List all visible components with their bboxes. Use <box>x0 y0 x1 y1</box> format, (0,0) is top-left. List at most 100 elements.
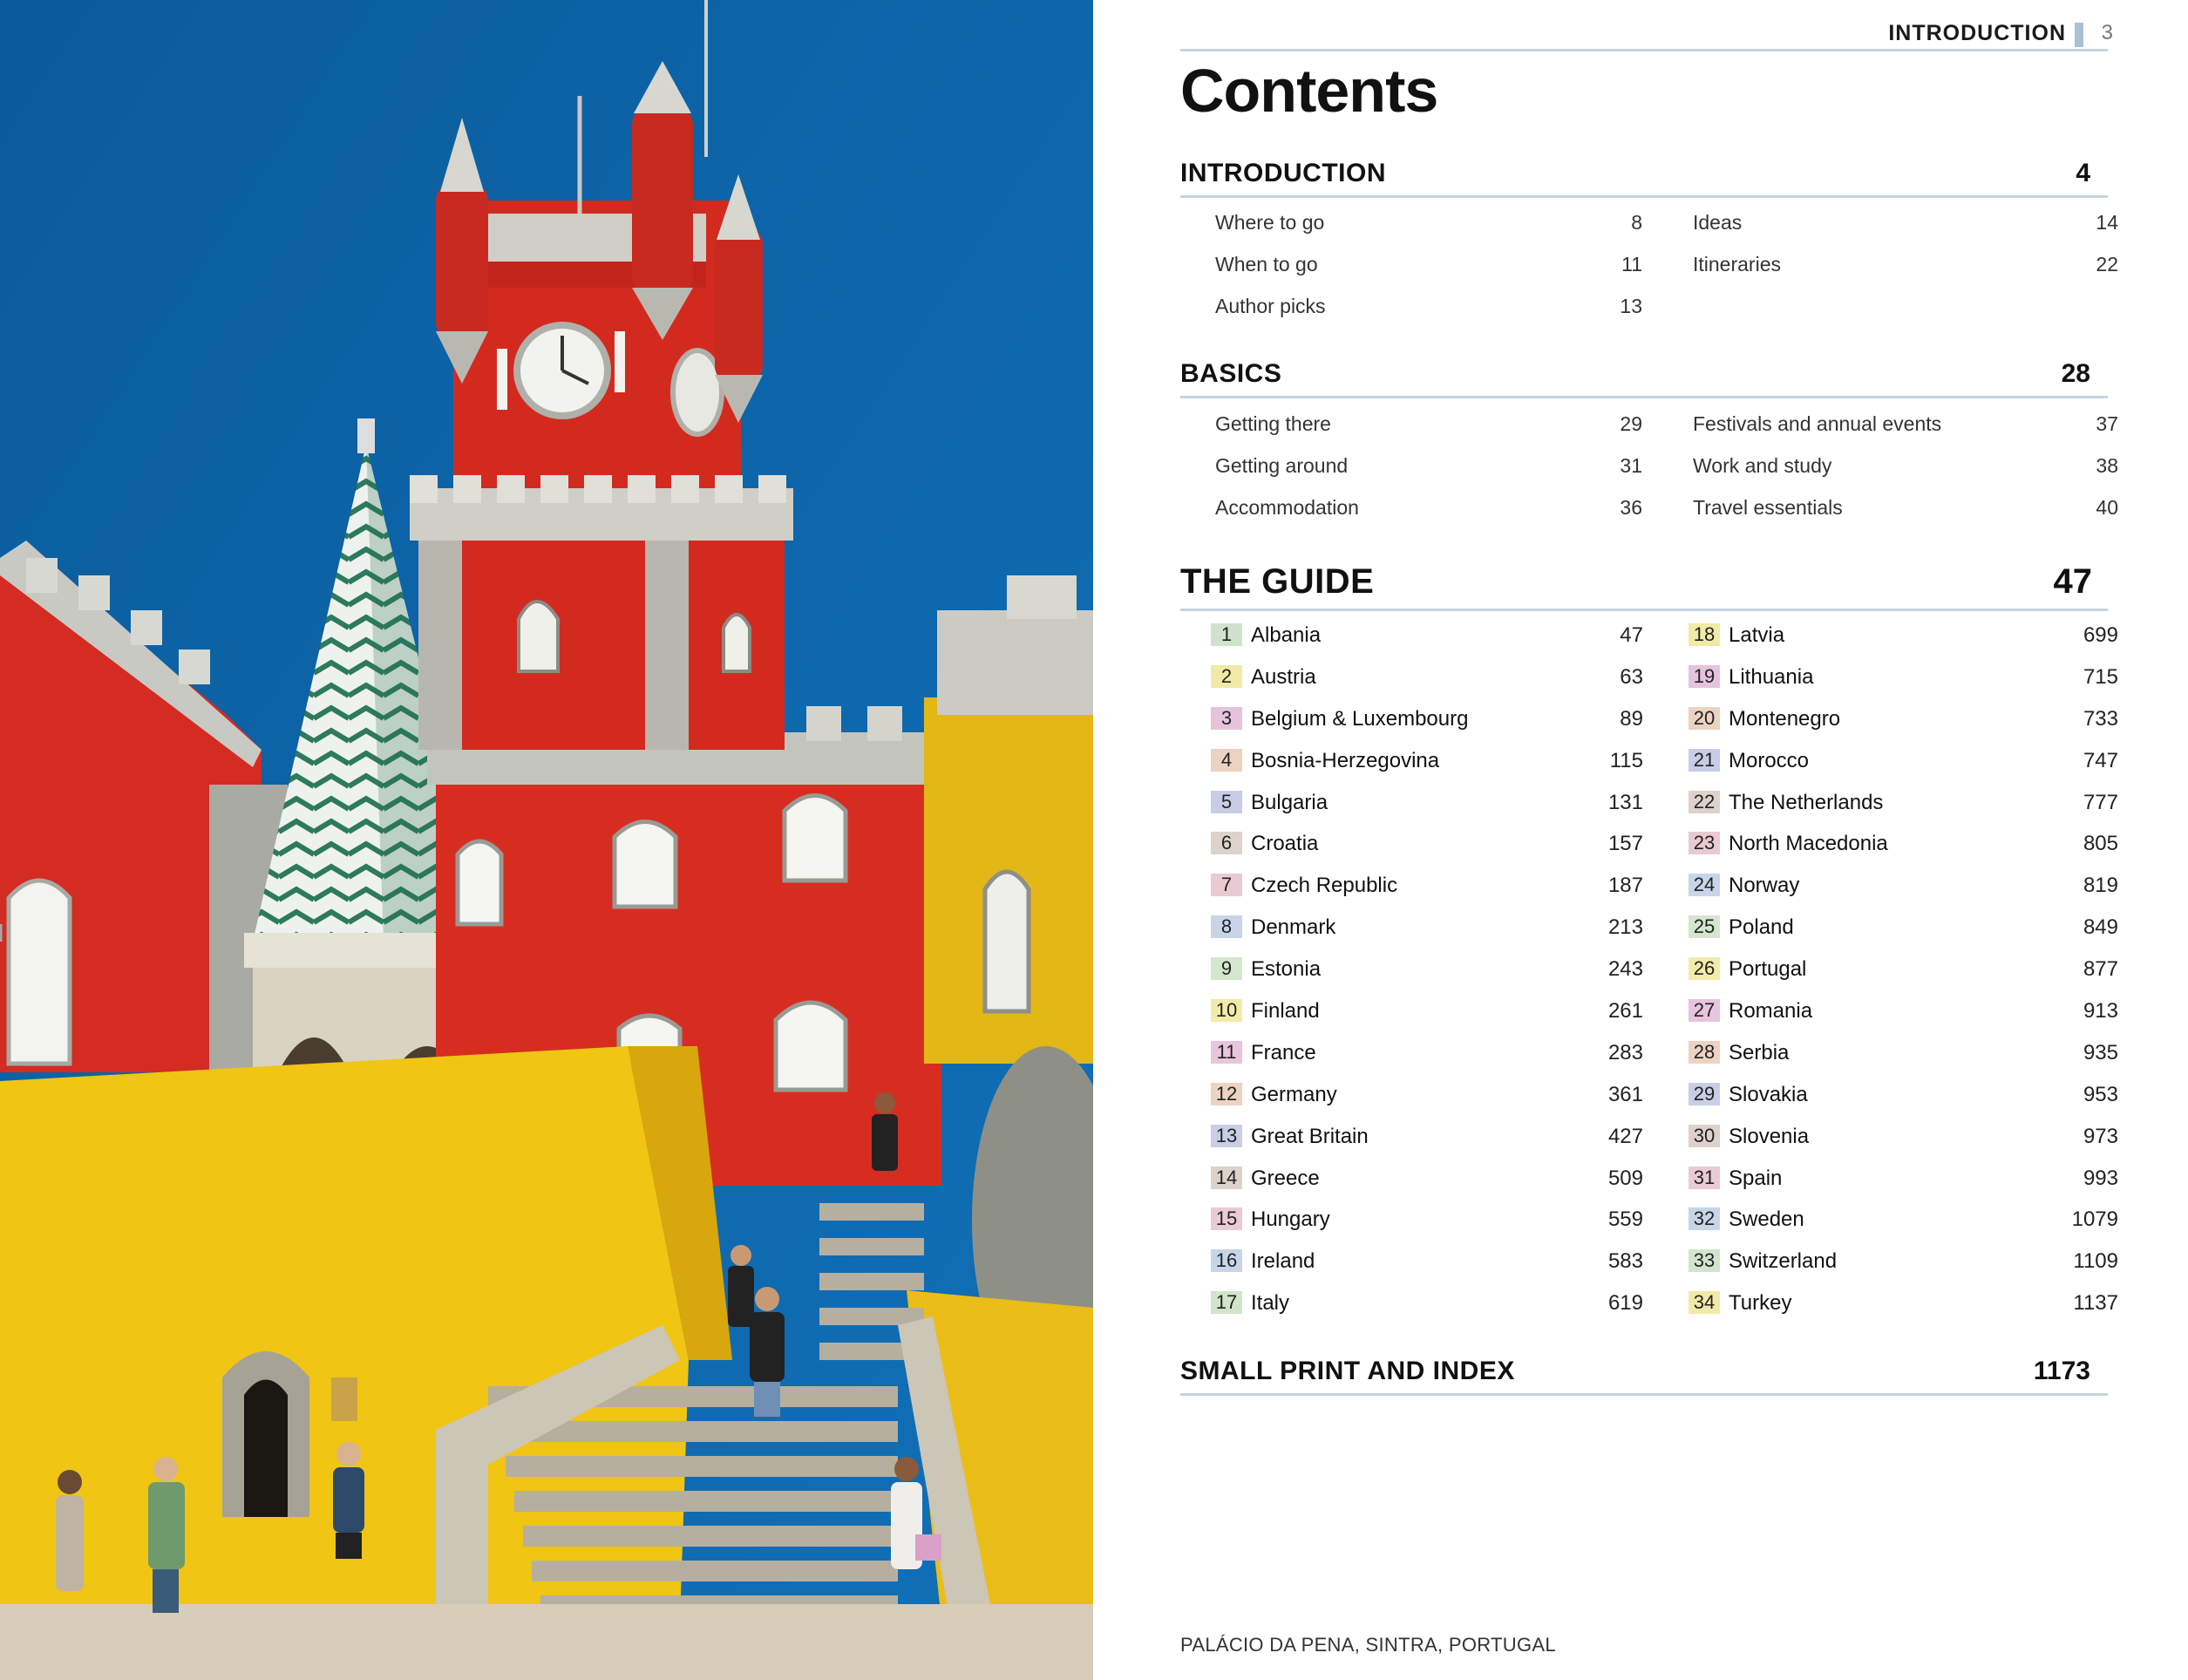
guide-chapter-entry[interactable]: 15 Hungary 559 <box>1211 1200 1643 1242</box>
toc-entry[interactable]: Accommodation 36 <box>1215 487 1642 529</box>
section-page: 4 <box>2076 159 2090 187</box>
photo-caption: PALÁCIO DA PENA, SINTRA, PORTUGAL <box>1180 1634 1556 1656</box>
chapter-title: Ireland <box>1251 1249 1315 1274</box>
chapter-number-badge: 4 <box>1211 748 1242 772</box>
toc-entry[interactable]: When to go 11 <box>1215 244 1642 286</box>
chapter-number-badge: 13 <box>1211 1124 1242 1147</box>
guide-chapter-entry[interactable]: 30 Slovenia 973 <box>1689 1118 2118 1160</box>
guide-chapter-entry[interactable]: 20 Montenegro 733 <box>1689 700 2118 742</box>
section-basics[interactable]: BASICS 28 <box>1180 357 2108 398</box>
chapter-number-badge: 21 <box>1689 748 1720 772</box>
chapter-number-badge: 11 <box>1211 1040 1242 1064</box>
toc-entry[interactable]: Author picks 13 <box>1215 286 1642 328</box>
guide-chapter-entry[interactable]: 14 Greece 509 <box>1211 1160 1643 1201</box>
guide-chapter-entry[interactable]: 18 Latvia 699 <box>1689 616 2118 658</box>
toc-entry[interactable]: Where to go 8 <box>1215 202 1642 244</box>
guide-chapter-entry[interactable]: 4 Bosnia-Herzegovina 115 <box>1211 742 1643 784</box>
toc-entry[interactable]: Getting around 31 <box>1215 446 1642 487</box>
chapter-page: 1079 <box>2071 1207 2118 1232</box>
chapter-page: 63 <box>1620 664 1643 689</box>
guide-chapter-entry[interactable]: 29 Slovakia 953 <box>1689 1076 2118 1118</box>
chapter-number-badge: 7 <box>1211 874 1242 897</box>
basics-right-list: Festivals and annual events 37 Work and s… <box>1693 404 2118 529</box>
toc-entry[interactable]: Travel essentials 40 <box>1693 487 2118 529</box>
chapter-title: Germany <box>1251 1082 1337 1106</box>
guide-chapter-entry[interactable]: 16 Ireland 583 <box>1211 1242 1643 1284</box>
chapter-number-badge: 2 <box>1211 664 1242 688</box>
chapter-number-badge: 18 <box>1689 623 1720 646</box>
guide-chapter-entry[interactable]: 23 North Macedonia 805 <box>1689 825 2118 867</box>
chapter-number-badge: 29 <box>1689 1082 1720 1105</box>
page-title: Contents <box>1180 57 1438 125</box>
guide-chapter-entry[interactable]: 19 Lithuania 715 <box>1689 658 2118 700</box>
chapter-page: 361 <box>1607 1082 1643 1106</box>
chapter-page: 157 <box>1607 832 1643 856</box>
guide-chapter-entry[interactable]: 32 Sweden 1079 <box>1689 1200 2118 1242</box>
chapter-page: 115 <box>1609 748 1643 772</box>
guide-chapter-entry[interactable]: 5 Bulgaria 131 <box>1211 784 1643 826</box>
chapter-title: Norway <box>1729 874 1800 898</box>
guide-chapter-entry[interactable]: 27 Romania 913 <box>1689 992 2118 1034</box>
guide-chapter-entry[interactable]: 11 France 283 <box>1211 1034 1643 1076</box>
guide-chapter-entry[interactable]: 10 Finland 261 <box>1211 992 1643 1034</box>
toc-entry[interactable]: Ideas 14 <box>1693 202 2118 244</box>
guide-chapter-entry[interactable]: 12 Germany 361 <box>1211 1076 1643 1118</box>
section-title: SMALL PRINT AND INDEX <box>1180 1357 1515 1385</box>
section-introduction[interactable]: INTRODUCTION 4 <box>1180 157 2108 198</box>
chapter-title: Great Britain <box>1251 1124 1369 1148</box>
guide-chapter-entry[interactable]: 24 Norway 819 <box>1689 867 2118 908</box>
guide-chapter-entry[interactable]: 3 Belgium & Luxembourg 89 <box>1211 700 1643 742</box>
chapter-page: 243 <box>1607 957 1643 982</box>
guide-chapter-entry[interactable]: 26 Portugal 877 <box>1689 950 2118 992</box>
palace-photo-illustration <box>0 0 1093 1680</box>
chapter-title: Austria <box>1251 664 1316 689</box>
chapter-title: Greece <box>1251 1166 1320 1190</box>
chapter-number-badge: 23 <box>1689 832 1720 855</box>
section-small-print-and-index[interactable]: SMALL PRINT AND INDEX 1173 <box>1180 1351 2108 1396</box>
guide-chapter-entry[interactable]: 22 The Netherlands 777 <box>1689 784 2118 826</box>
chapter-title: North Macedonia <box>1729 832 1888 856</box>
guide-chapter-entry[interactable]: 7 Czech Republic 187 <box>1211 867 1643 908</box>
guide-chapter-entry[interactable]: 8 Denmark 213 <box>1211 908 1643 950</box>
guide-chapter-entry[interactable]: 1 Albania 47 <box>1211 616 1643 658</box>
chapter-title: Belgium & Luxembourg <box>1251 706 1469 731</box>
chapter-title: Latvia <box>1729 623 1785 647</box>
chapter-page: 559 <box>1607 1207 1643 1232</box>
chapter-number-badge: 32 <box>1689 1207 1720 1231</box>
guide-chapter-entry[interactable]: 9 Estonia 243 <box>1211 950 1643 992</box>
chapter-number-badge: 8 <box>1211 915 1242 939</box>
toc-entry[interactable]: Festivals and annual events 37 <box>1693 404 2118 446</box>
guide-chapter-entry[interactable]: 6 Croatia 157 <box>1211 825 1643 867</box>
guide-chapter-entry[interactable]: 21 Morocco 747 <box>1689 742 2118 784</box>
chapter-number-badge: 27 <box>1689 999 1720 1023</box>
section-title: INTRODUCTION <box>1180 159 1386 187</box>
guide-chapter-entry[interactable]: 33 Switzerland 1109 <box>1689 1242 2118 1284</box>
guide-chapter-entry[interactable]: 25 Poland 849 <box>1689 908 2118 950</box>
chapter-title: Slovenia <box>1729 1124 1810 1148</box>
chapter-page: 733 <box>2083 706 2118 731</box>
chapter-page: 261 <box>1607 999 1643 1024</box>
section-the-guide[interactable]: THE GUIDE 47 <box>1180 558 2108 611</box>
chapter-page: 819 <box>2083 874 2118 898</box>
guide-chapter-entry[interactable]: 34 Turkey 1137 <box>1689 1284 2118 1326</box>
toc-entry[interactable]: Work and study 38 <box>1693 446 2118 487</box>
chapter-title: Switzerland <box>1729 1249 1838 1274</box>
introduction-left-list: Where to go 8 When to go 11 Author picks 13 <box>1215 202 1642 328</box>
chapter-number-badge: 19 <box>1689 664 1720 688</box>
guide-chapter-entry[interactable]: 2 Austria 63 <box>1211 658 1643 700</box>
chapter-number-badge: 16 <box>1211 1249 1242 1273</box>
toc-entry[interactable]: Itineraries 22 <box>1693 244 2118 286</box>
guide-chapter-entry[interactable]: 13 Great Britain 427 <box>1211 1118 1643 1160</box>
chapter-title: Albania <box>1251 623 1322 647</box>
guide-chapter-entry[interactable]: 31 Spain 993 <box>1689 1160 2118 1201</box>
guide-chapter-entry[interactable]: 17 Italy 619 <box>1211 1284 1643 1326</box>
chapter-title: Lithuania <box>1729 664 1814 689</box>
chapter-page: 805 <box>2083 832 2118 856</box>
toc-entry[interactable]: Getting there 29 <box>1215 404 1642 446</box>
chapter-number-badge: 17 <box>1211 1291 1242 1315</box>
chapter-title: Portugal <box>1729 957 1807 982</box>
chapter-number-badge: 20 <box>1689 706 1720 730</box>
chapter-page: 427 <box>1607 1124 1643 1148</box>
guide-chapter-entry[interactable]: 28 Serbia 935 <box>1689 1034 2118 1076</box>
chapter-page: 1109 <box>2073 1249 2118 1274</box>
